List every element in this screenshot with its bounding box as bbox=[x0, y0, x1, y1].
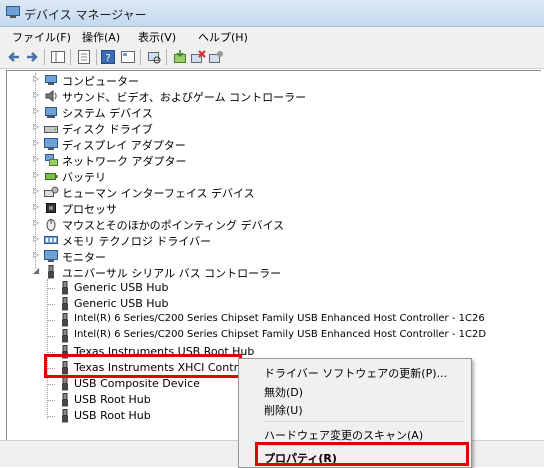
tree-item-label: プロセッサ bbox=[62, 203, 117, 216]
speaker-icon bbox=[43, 88, 59, 104]
memory-icon bbox=[43, 232, 59, 248]
expand-arrow-icon[interactable]: ▷ bbox=[33, 74, 42, 85]
menu-item-disable[interactable]: 無効(D) bbox=[264, 384, 303, 400]
expand-arrow-icon[interactable]: ▷ bbox=[33, 138, 42, 149]
usb-connector-icon bbox=[57, 312, 73, 328]
network-adapter-icon bbox=[43, 152, 59, 168]
expand-arrow-icon[interactable]: ▷ bbox=[33, 106, 42, 117]
menu-action[interactable]: 操作(A) bbox=[82, 29, 120, 45]
collapse-arrow-icon[interactable]: ◢ bbox=[33, 266, 42, 277]
disk-drive-icon bbox=[43, 120, 59, 136]
hid-icon bbox=[43, 184, 59, 200]
processor-icon bbox=[43, 200, 59, 216]
uninstall-icon[interactable] bbox=[190, 49, 206, 65]
system-device-icon bbox=[43, 104, 59, 120]
tree-item-label: モニター bbox=[62, 251, 106, 264]
expand-arrow-icon[interactable]: ▷ bbox=[33, 154, 42, 165]
usb-connector-icon bbox=[57, 408, 73, 424]
title-bar: デバイス マネージャー bbox=[0, 0, 544, 27]
tree-item-label: ディスク ドライブ bbox=[62, 123, 153, 136]
view-icon[interactable] bbox=[120, 49, 136, 65]
tree-item-label: ヒューマン インターフェイス デバイス bbox=[62, 187, 255, 200]
usb-connector-icon bbox=[57, 328, 73, 344]
tree-item-label: メモリ テクノロジ ドライバー bbox=[62, 235, 212, 248]
expand-arrow-icon[interactable]: ▷ bbox=[33, 202, 42, 213]
monitor-icon bbox=[43, 248, 59, 264]
tree-item-label: ユニバーサル シリアル バス コントローラー bbox=[62, 267, 282, 280]
scan-hardware-icon[interactable] bbox=[146, 49, 162, 65]
svg-text:?: ? bbox=[105, 53, 110, 64]
usb-device-label: Generic USB Hub bbox=[74, 281, 169, 294]
show-hide-console-tree-icon[interactable] bbox=[50, 49, 66, 65]
usb-connector-icon bbox=[57, 280, 73, 296]
menu-item-uninstall[interactable]: 削除(U) bbox=[264, 402, 303, 418]
usb-device-label: Intel(R) 6 Series/C200 Series Chipset Fa… bbox=[74, 329, 487, 340]
toolbar: ? bbox=[0, 46, 544, 69]
window-title: デバイス マネージャー bbox=[24, 8, 147, 22]
display-adapter-icon bbox=[43, 136, 59, 152]
computer-icon bbox=[43, 72, 59, 88]
usb-connector-icon bbox=[43, 264, 59, 280]
menu-view[interactable]: 表示(V) bbox=[138, 29, 176, 45]
expand-arrow-icon[interactable]: ▷ bbox=[33, 170, 42, 181]
tree-item-label: ディスプレイ アダプター bbox=[62, 139, 186, 152]
menu-bar: ファイル(F) 操作(A) 表示(V) ヘルプ(H) bbox=[0, 27, 544, 46]
properties-icon[interactable] bbox=[76, 49, 92, 65]
highlight-box-xhci bbox=[44, 354, 242, 378]
usb-connector-icon bbox=[57, 392, 73, 408]
tree-item-label: ネットワーク アダプター bbox=[62, 155, 187, 168]
usb-connector-icon bbox=[57, 296, 73, 312]
expand-arrow-icon[interactable]: ▷ bbox=[33, 250, 42, 261]
tree-item-label: バッテリ bbox=[62, 171, 106, 184]
disable-device-icon[interactable] bbox=[208, 49, 224, 65]
menu-file[interactable]: ファイル(F) bbox=[12, 29, 71, 45]
menu-item-scan-hardware[interactable]: ハードウェア変更のスキャン(A) bbox=[264, 427, 423, 443]
usb-connector-icon bbox=[57, 376, 73, 392]
usb-device-label: USB Root Hub bbox=[74, 409, 151, 422]
forward-arrow-icon[interactable] bbox=[24, 49, 40, 65]
usb-device-label: Generic USB Hub bbox=[74, 297, 169, 310]
help-icon[interactable]: ? bbox=[100, 49, 116, 65]
tree-item-label: コンピューター bbox=[62, 75, 139, 88]
expand-arrow-icon[interactable]: ▷ bbox=[33, 234, 42, 245]
usb-device-label: USB Composite Device bbox=[74, 377, 200, 390]
menu-item-update-driver[interactable]: ドライバー ソフトウェアの更新(P)... bbox=[264, 365, 447, 381]
mouse-icon bbox=[43, 216, 59, 232]
device-manager-app-icon bbox=[6, 6, 20, 18]
tree-item-label: システム デバイス bbox=[62, 107, 153, 120]
menu-help[interactable]: ヘルプ(H) bbox=[198, 29, 248, 45]
expand-arrow-icon[interactable]: ▷ bbox=[33, 218, 42, 229]
update-driver-icon[interactable] bbox=[172, 49, 188, 65]
expand-arrow-icon[interactable]: ▷ bbox=[33, 90, 42, 101]
battery-icon bbox=[43, 168, 59, 184]
usb-device-label: USB Root Hub bbox=[74, 393, 151, 406]
usb-device-label: Intel(R) 6 Series/C200 Series Chipset Fa… bbox=[74, 313, 485, 324]
tree-item-label: マウスとそのほかのポインティング デバイス bbox=[62, 219, 285, 232]
back-arrow-icon[interactable] bbox=[6, 49, 22, 65]
menu-separator bbox=[263, 421, 463, 422]
highlight-box-properties bbox=[255, 442, 469, 466]
expand-arrow-icon[interactable]: ▷ bbox=[33, 122, 42, 133]
expand-arrow-icon[interactable]: ▷ bbox=[33, 186, 42, 197]
tree-item-label: サウンド、ビデオ、およびゲーム コントローラー bbox=[62, 91, 307, 104]
